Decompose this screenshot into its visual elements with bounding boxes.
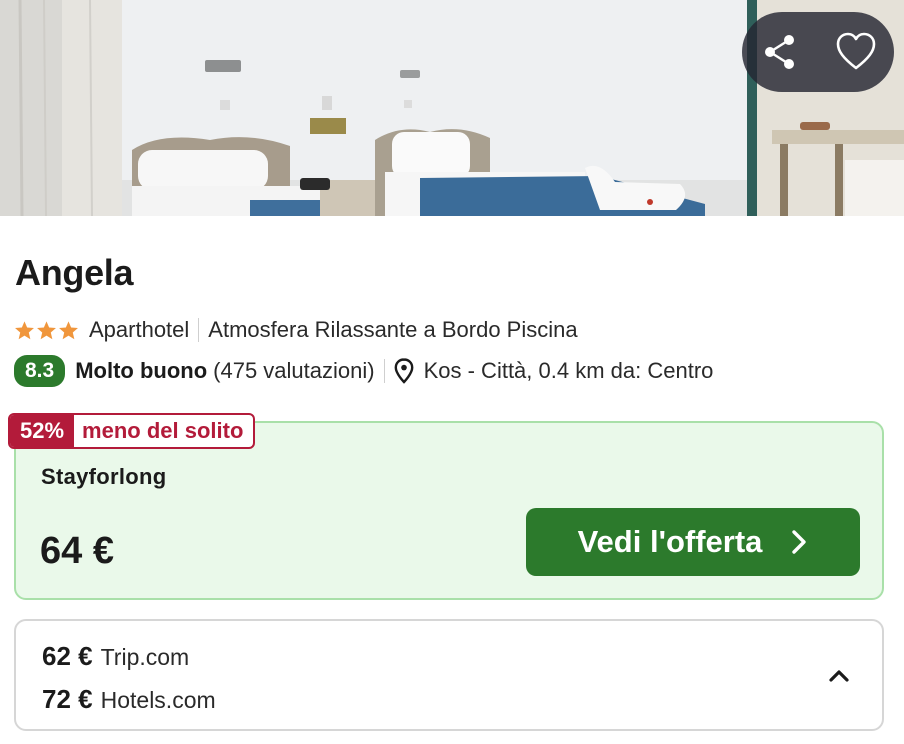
hotel-meta-row: Aparthotel Atmosfera Rilassante a Bordo … (14, 314, 578, 346)
chevron-right-icon (792, 530, 807, 554)
other-offer-provider: Trip.com (100, 644, 190, 670)
other-offer-row[interactable]: 72 € Hotels.com (42, 684, 216, 715)
share-button[interactable] (752, 24, 808, 80)
divider (198, 318, 200, 342)
view-offer-label: Vedi l'offerta (577, 524, 763, 559)
offer-price: 64 € (40, 530, 114, 572)
offer-provider: Stayforlong (41, 464, 167, 489)
other-offers-card[interactable]: 62 € Trip.com 72 € Hotels.com (14, 619, 884, 731)
collapse-offers-button[interactable] (826, 663, 852, 689)
divider (383, 359, 385, 383)
hotel-category: Aparthotel (89, 317, 190, 342)
other-offer-price: 62 € (42, 641, 93, 671)
share-icon (765, 35, 794, 69)
star-rating (14, 320, 79, 341)
hotel-tagline: Atmosfera Rilassante a Bordo Piscina (208, 317, 578, 342)
deal-label: meno del solito (82, 418, 244, 443)
hotel-photo[interactable] (0, 0, 904, 216)
deal-percent: 52% (10, 415, 75, 447)
review-count[interactable]: (475 valutazioni) (213, 358, 374, 384)
chevron-up-icon (829, 670, 849, 682)
rating-label: Molto buono (75, 358, 208, 383)
location-text[interactable]: Kos - Città, 0.4 km da: Centro (424, 358, 714, 384)
star-icon (15, 320, 34, 339)
hotel-name[interactable]: Angela (15, 252, 134, 294)
map-pin-icon (394, 358, 414, 384)
rating-location-row: 8.3 Molto buono (475 valutazioni) Kos - … (14, 354, 713, 388)
heart-icon (836, 32, 876, 70)
rating-score-badge[interactable]: 8.3 (14, 355, 66, 387)
view-offer-button[interactable]: Vedi l'offerta (526, 508, 860, 576)
star-icon (37, 320, 56, 339)
other-offer-provider: Hotels.com (100, 687, 216, 713)
deal-badge: 52% meno del solito (8, 413, 256, 449)
other-offer-price: 72 € (42, 684, 93, 714)
star-icon (59, 320, 78, 339)
photo-actions (742, 12, 894, 92)
other-offer-row[interactable]: 62 € Trip.com (42, 641, 189, 672)
favorite-button[interactable] (828, 24, 884, 80)
